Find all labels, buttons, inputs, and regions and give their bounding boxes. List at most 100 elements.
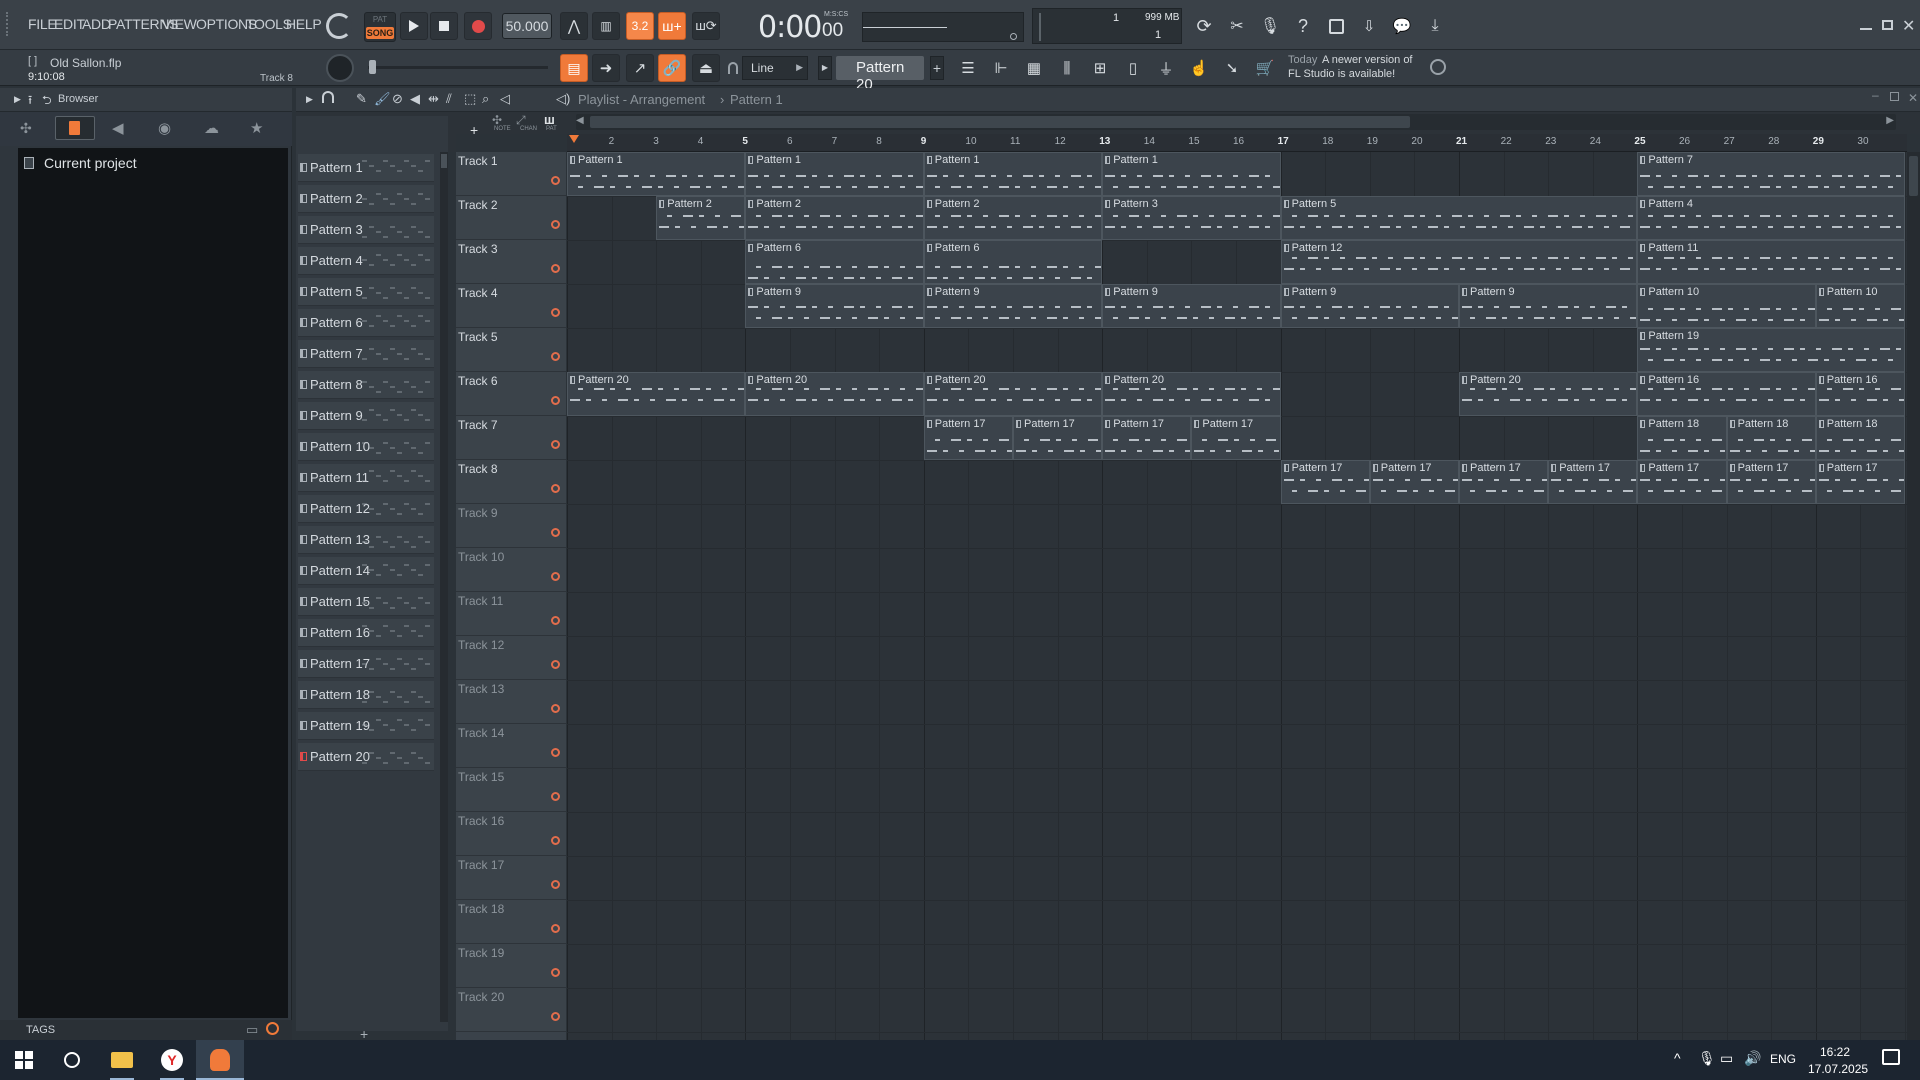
track-mute-icon[interactable] <box>551 572 560 581</box>
track-mute-icon[interactable] <box>551 352 560 361</box>
slip-tool-icon[interactable]: ⇹ <box>428 91 439 107</box>
select-tool-icon[interactable]: ⬚ <box>464 91 476 107</box>
track-mute-icon[interactable] <box>551 792 560 801</box>
open-mixer-button[interactable]: ⫼ <box>1053 54 1081 82</box>
track-mute-icon[interactable] <box>551 528 560 537</box>
list-item-current-project[interactable]: Current project <box>24 154 274 172</box>
cut-button[interactable]: ✂ <box>1223 12 1251 40</box>
track-header[interactable]: Track 3 <box>456 240 566 284</box>
step-mode-button[interactable]: ➜ <box>592 54 620 82</box>
file-explorer-button[interactable] <box>98 1040 146 1080</box>
track-header[interactable]: Track 17 <box>456 856 566 900</box>
scroll-right-icon[interactable]: ▶ <box>1886 115 1894 126</box>
vertical-scrollbar[interactable] <box>1907 152 1920 1040</box>
news-panel[interactable]: Today A newer version of FL Studio is av… <box>1286 52 1446 84</box>
pattern-clip[interactable]: Pattern 9 <box>923 284 1103 328</box>
pattern-item[interactable]: Pattern 15 <box>298 588 434 616</box>
globe-icon[interactable] <box>1430 59 1446 75</box>
minimize-icon[interactable] <box>1860 28 1872 30</box>
track-header[interactable]: Track 6 <box>456 372 566 416</box>
pattern-clip[interactable]: Pattern 17 <box>1280 460 1370 504</box>
tray-network-icon[interactable]: ▭ <box>1720 1050 1733 1067</box>
clock-date[interactable]: 17.07.2025 <box>1808 1062 1868 1076</box>
pattern-clip[interactable]: Pattern 16 <box>1637 372 1816 416</box>
pattern-item[interactable]: Pattern 6 <box>298 309 434 337</box>
up-arrow-icon[interactable]: ⭱ <box>28 91 32 112</box>
pattern-clip[interactable]: Pattern 17 <box>923 416 1013 460</box>
track-header[interactable]: Track 4 <box>456 284 566 328</box>
track-mute-icon[interactable] <box>551 1012 560 1021</box>
track-mute-icon[interactable] <box>551 176 560 185</box>
tray-expand-icon[interactable]: ^ <box>1674 1050 1681 1066</box>
pattern-clip[interactable]: Pattern 10 <box>1815 284 1905 328</box>
master-pitch-slider[interactable] <box>368 60 548 74</box>
export-button[interactable]: ⇩ <box>1355 12 1383 40</box>
pattern-clip[interactable]: Pattern 18 <box>1815 416 1905 460</box>
search-taskbar-button[interactable] <box>48 1040 96 1080</box>
arrangement-grid[interactable]: Pattern 1 Pattern 1 Pattern 1 Pattern 1 Patt… <box>567 152 1907 1040</box>
pattern-clip[interactable]: Pattern 20 <box>923 372 1103 416</box>
feedback-button[interactable]: 💬 <box>1388 12 1416 40</box>
pattern-item[interactable]: Pattern 5 <box>298 278 434 306</box>
pattern-prev-button[interactable]: ▶ <box>818 56 832 80</box>
pattern-clip[interactable]: Pattern 17 <box>1102 416 1192 460</box>
pattern-song-toggle-icon[interactable] <box>326 13 352 39</box>
draw-tool-icon[interactable]: ✎ <box>356 91 367 107</box>
track-mute-icon[interactable] <box>551 704 560 713</box>
track-header[interactable]: Track 18 <box>456 900 566 944</box>
playlist-view-button[interactable]: ▤ <box>560 54 588 82</box>
pattern-clip[interactable]: Pattern 10 <box>1637 284 1816 328</box>
search-icon[interactable] <box>266 1022 279 1035</box>
note-filter-icon[interactable]: ✣ <box>492 113 502 127</box>
pattern-clip[interactable]: Pattern 20 <box>1102 372 1281 416</box>
breadcrumb-pattern[interactable]: Pattern 1 <box>730 92 783 107</box>
picker-scrollbar[interactable] <box>440 152 448 1022</box>
track-mute-icon[interactable] <box>551 308 560 317</box>
track-mute-icon[interactable] <box>551 264 560 273</box>
pattern-clip[interactable]: Pattern 17 <box>1637 460 1727 504</box>
open-channel-rack-button[interactable]: ▦ <box>1020 54 1048 82</box>
slide-button[interactable]: ↗ <box>626 54 654 82</box>
folder-icon[interactable]: ▭ <box>246 1022 258 1038</box>
snap-selector[interactable]: Line ▶ <box>742 56 808 80</box>
track-header[interactable]: Track 20 <box>456 988 566 1032</box>
pattern-clip[interactable]: Pattern 4 <box>1637 196 1905 240</box>
track-header[interactable]: Track 1 <box>456 152 566 196</box>
menu-help[interactable]: HELP <box>286 16 322 32</box>
track-header[interactable]: Track 10 <box>456 548 566 592</box>
open-browser-button[interactable]: ⊞ <box>1086 54 1114 82</box>
playhead-marker[interactable] <box>569 135 579 143</box>
pattern-item[interactable]: Pattern 13 <box>298 526 434 554</box>
language-indicator[interactable]: ENG <box>1770 1052 1796 1066</box>
pattern-item[interactable]: Pattern 3 <box>298 216 434 244</box>
typing-keyboard-button[interactable]: ⏏ <box>692 54 720 82</box>
triangle-right-icon[interactable]: ▶ <box>14 94 21 105</box>
cpu-memory-panel[interactable]: 1 999 MB 1 <box>1032 8 1182 44</box>
clock-time[interactable]: 16:22 <box>1820 1045 1850 1059</box>
tab-cloud-icon[interactable]: ☁ <box>204 119 219 137</box>
project-info-button[interactable]: ▯ <box>1119 54 1147 82</box>
osc-knob-icon[interactable] <box>1010 33 1017 40</box>
paint-tool-icon[interactable]: 🖌 <box>374 91 391 107</box>
add-track-icon[interactable]: + <box>470 122 478 138</box>
pattern-clip[interactable]: Pattern 5 <box>1280 196 1638 240</box>
track-header[interactable]: Track 7 <box>456 416 566 460</box>
track-header[interactable]: Track 11 <box>456 592 566 636</box>
time-display[interactable]: 0:00 00 M:S:CS <box>740 8 852 45</box>
save-button[interactable] <box>1322 12 1350 40</box>
pattern-item[interactable]: Pattern 17 <box>298 650 434 678</box>
pattern-clip[interactable]: Pattern 9 <box>745 284 924 328</box>
speaker-icon[interactable]: ◁) <box>556 91 570 107</box>
pat-song-switch[interactable]: PAT SONG <box>364 12 396 42</box>
close-icon[interactable]: ✕ <box>1908 91 1918 105</box>
pattern-clip[interactable]: Pattern 1 <box>923 152 1103 196</box>
pattern-clip[interactable]: Pattern 12 <box>1280 240 1638 284</box>
pattern-clip[interactable]: Pattern 17 <box>1191 416 1281 460</box>
tray-microphone-icon[interactable]: 🎙 <box>1698 1050 1716 1067</box>
pattern-clip[interactable]: Pattern 17 <box>1459 460 1549 504</box>
pattern-clip[interactable]: Pattern 9 <box>1102 284 1281 328</box>
slice-tool-icon[interactable]: ⫽ <box>446 91 452 107</box>
stop-button[interactable] <box>430 12 458 40</box>
pattern-clip[interactable]: Pattern 2 <box>923 196 1103 240</box>
pattern-clip[interactable]: Pattern 1 <box>1102 152 1281 196</box>
